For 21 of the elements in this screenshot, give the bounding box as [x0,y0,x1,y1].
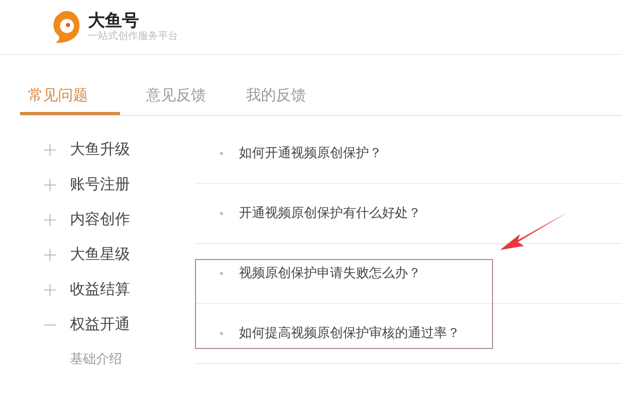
brand-name: 大鱼号 [88,11,140,31]
question-link[interactable]: 开通视频原创保护有什么好处？ [239,204,421,224]
bullet-icon [220,152,223,155]
plus-icon[interactable] [44,214,56,226]
category-item[interactable]: 账号注册 [70,173,130,196]
plus-icon[interactable] [44,144,56,156]
category-item[interactable]: 内容创作 [70,208,130,231]
plus-icon[interactable] [44,178,56,190]
question-link[interactable]: 视频原创保护申请失败怎么办？ [239,264,421,284]
category-item[interactable]: 收益结算 [70,278,130,301]
bullet-icon [220,332,223,335]
plus-icon[interactable] [44,284,56,296]
category-item[interactable]: 权益开通 [70,313,130,336]
category-item[interactable]: 大鱼星级 [70,243,130,266]
bullet-icon [220,272,223,275]
question-link[interactable]: 如何提高视频原创保护审核的通过率？ [239,324,460,344]
plus-icon[interactable] [44,248,56,260]
category-item[interactable]: 大鱼升级 [70,138,130,161]
brand-tagline: 一站式创作服务平台 [88,31,178,43]
question-link[interactable]: 如何开通视频原创保护？ [239,144,382,164]
bullet-icon [220,212,223,215]
